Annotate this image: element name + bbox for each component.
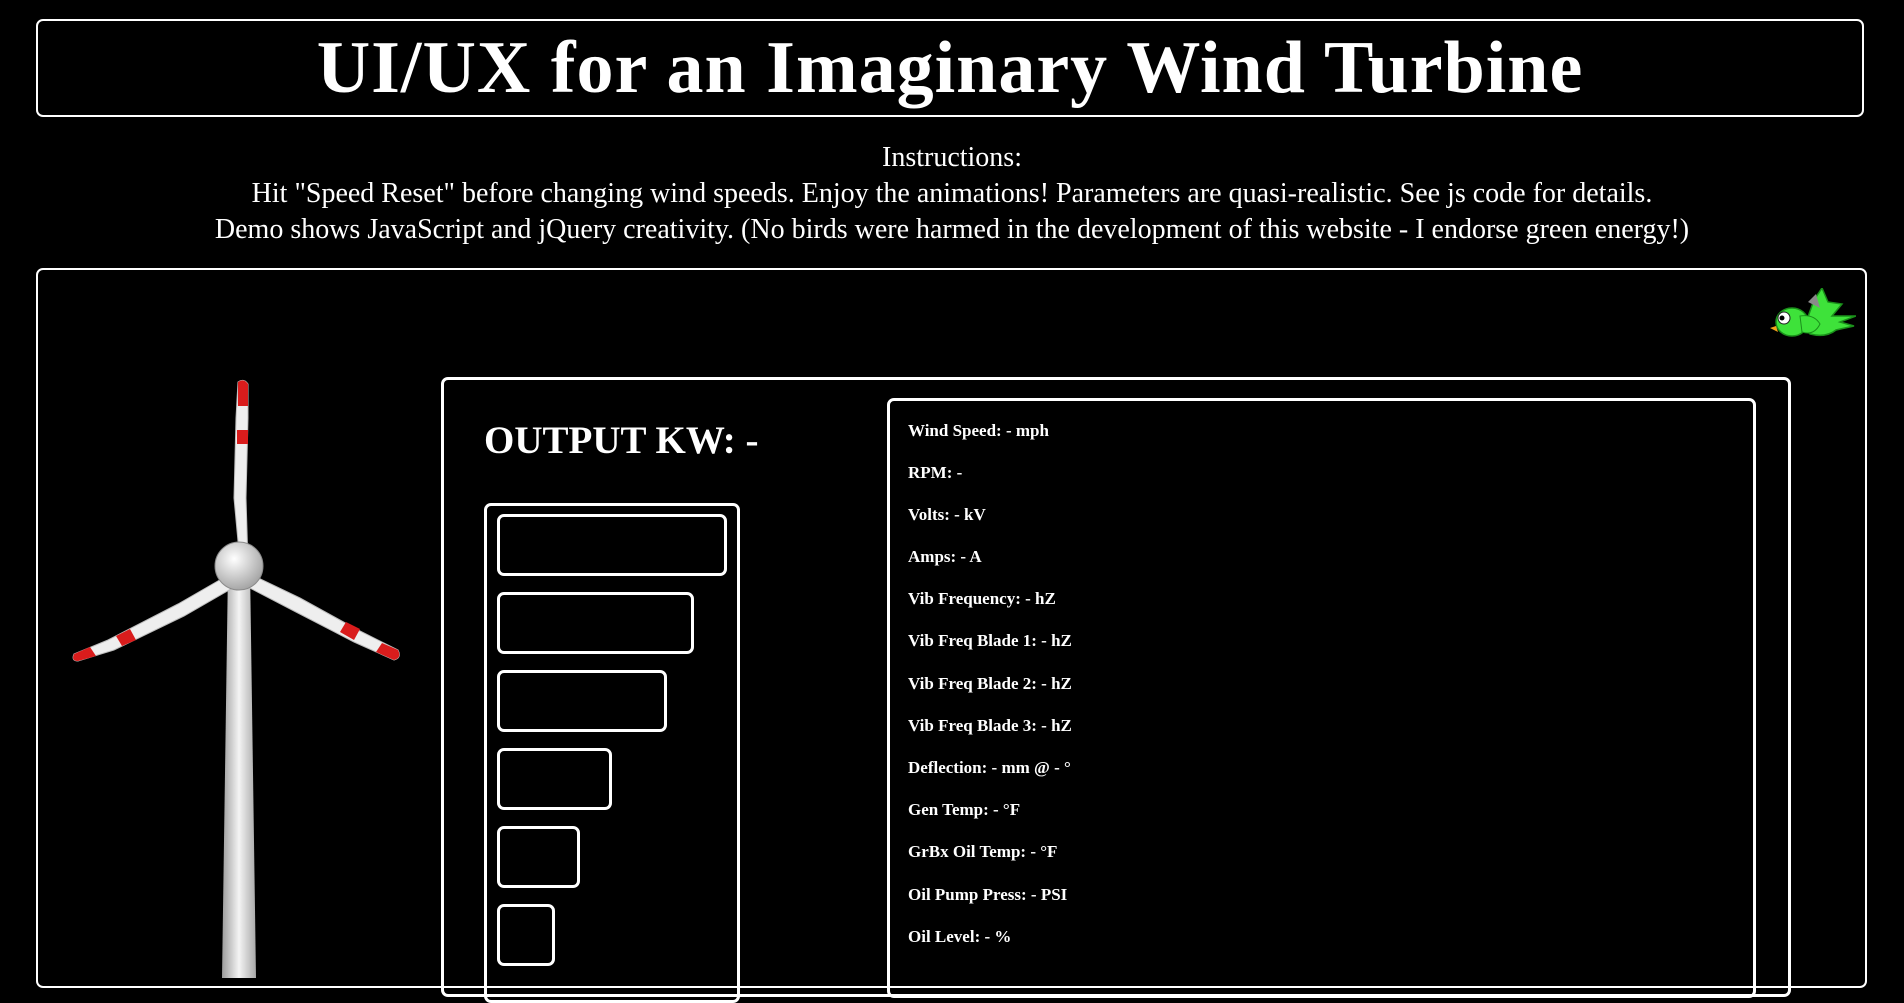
- reading-vib-freq-blade-1: Vib Freq Blade 1: - hZ: [908, 631, 1072, 650]
- reading-vib-freq-blade-2: Vib Freq Blade 2: - hZ: [908, 674, 1072, 693]
- instructions-line-2: Demo shows JavaScript and jQuery creativ…: [214, 214, 1690, 245]
- reading-volts: Volts: - kV: [908, 505, 986, 524]
- instructions: Instructions: Hit "Speed Reset" before c…: [0, 140, 1904, 248]
- reading-oil-pump-press: Oil Pump Press: - PSI: [908, 885, 1068, 904]
- reading-vib-frequency: Vib Frequency: - hZ: [908, 589, 1056, 608]
- output-kw-label: OUTPUT KW: -: [484, 419, 759, 462]
- bird-icon: [1770, 288, 1856, 337]
- reading-vib-freq-blade-3: Vib Freq Blade 3: - hZ: [908, 716, 1072, 735]
- title-box: UI/UX for an Imaginary Wind Turbine: [36, 19, 1864, 117]
- reading-rpm: RPM: -: [908, 463, 963, 482]
- readings-panel: [887, 398, 1756, 998]
- reading-amps: Amps: - A: [908, 547, 982, 566]
- page-title: UI/UX for an Imaginary Wind Turbine: [316, 27, 1584, 109]
- output-level-bar: [497, 904, 555, 966]
- output-level-bar: [497, 670, 667, 732]
- reading-oil-level: Oil Level: - %: [908, 927, 1012, 946]
- output-level-bar: [497, 592, 694, 654]
- output-level-bar: [497, 514, 727, 576]
- reading-gen-temp: Gen Temp: - °F: [908, 800, 1021, 819]
- instructions-line-1: Hit "Speed Reset" before changing wind s…: [251, 178, 1653, 209]
- reading-wind-speed: Wind Speed: - mph: [908, 421, 1049, 440]
- wind-turbine-icon: [72, 379, 400, 978]
- instructions-heading: Instructions:: [882, 142, 1022, 173]
- output-level-bar: [497, 826, 580, 888]
- output-level-bar: [497, 748, 612, 810]
- reading-deflection: Deflection: - mm @ - °: [908, 758, 1071, 777]
- reading-grbx-oil-temp: GrBx Oil Temp: - °F: [908, 842, 1058, 861]
